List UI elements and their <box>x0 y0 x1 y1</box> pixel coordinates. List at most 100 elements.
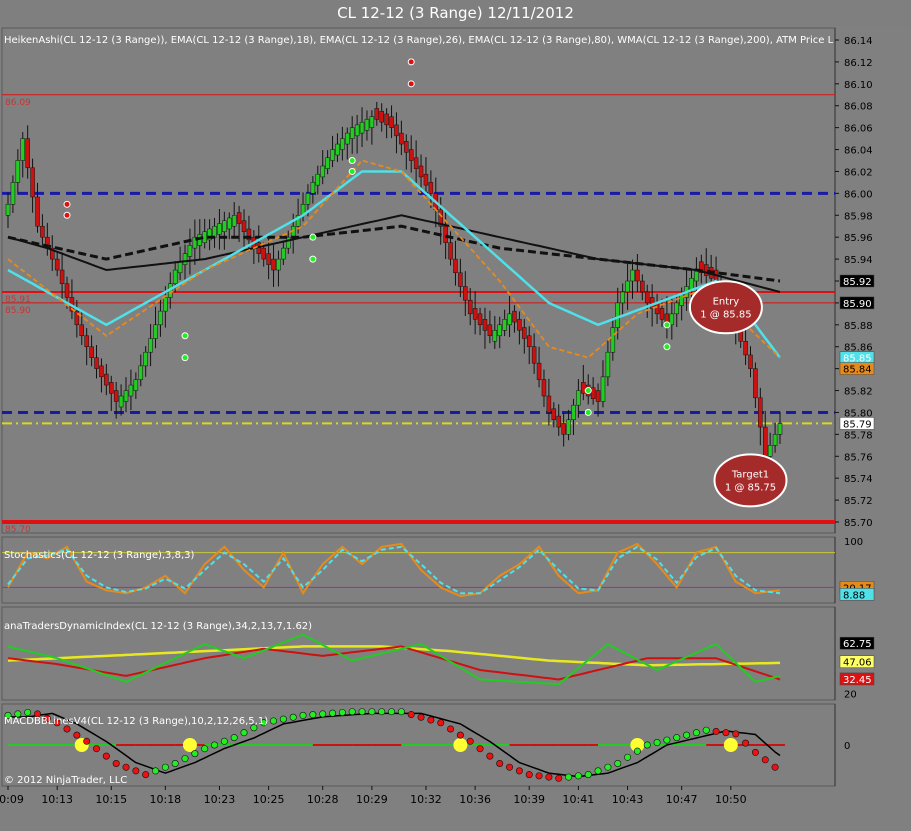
macd-dot <box>270 717 278 725</box>
level-label-0: 86.09 <box>5 98 31 108</box>
x-tick-label: 10:23 <box>204 793 236 806</box>
price-tag: 85.90 <box>843 299 872 310</box>
macd-dot <box>653 739 661 747</box>
candle-body <box>507 313 512 326</box>
macd-dot <box>604 763 612 771</box>
y-tick-label: 85.88 <box>844 321 873 332</box>
macd-dot <box>24 708 32 716</box>
macd-dot <box>142 771 150 779</box>
candle-body <box>310 182 316 194</box>
candle-body <box>158 310 163 326</box>
macd-dot <box>220 737 228 745</box>
candle-body <box>182 253 188 265</box>
candle-body <box>89 346 94 358</box>
stoch-tag: 8.88 <box>843 590 865 601</box>
tdi-tag: 47.06 <box>843 658 872 669</box>
candle-body <box>345 132 350 145</box>
candle-body <box>123 390 129 402</box>
macd-dot <box>171 759 179 767</box>
candle-body <box>581 382 586 394</box>
candle-body <box>531 346 537 364</box>
candle-body <box>408 149 414 161</box>
candle-body <box>118 395 124 408</box>
candle-body <box>320 165 325 178</box>
macd-dot <box>692 729 700 737</box>
macd-legend: MACDBBLinesV4(CL 12-12 (3 Range),10,2,12… <box>4 716 268 727</box>
candle-body <box>762 426 768 457</box>
candle-body <box>758 397 763 428</box>
tdi-tag: 62.75 <box>843 639 872 650</box>
candle-body <box>84 335 89 347</box>
candle-body <box>566 419 571 435</box>
macd-dot <box>496 759 504 767</box>
sell-dot <box>407 58 415 66</box>
y-tick-label: 86.08 <box>844 102 873 113</box>
candle-body <box>325 157 330 169</box>
macd-dot <box>732 730 740 738</box>
macd-dot <box>161 763 169 771</box>
candle-body <box>40 225 45 238</box>
buy-dot <box>663 343 671 351</box>
annotation-line2-0: 1 @ 85.85 <box>700 309 751 320</box>
price-tag: 85.92 <box>843 277 872 288</box>
buy-dot <box>309 255 317 263</box>
annotation-line1-1: Target1 <box>731 469 769 480</box>
candle-body <box>104 373 109 386</box>
candle-body <box>99 365 104 378</box>
candle-body <box>615 302 620 328</box>
candle-body <box>79 324 85 337</box>
candle-body <box>497 324 502 337</box>
x-tick-label: 10:47 <box>666 793 698 806</box>
x-tick-label: 10:29 <box>356 793 388 806</box>
candle-body <box>236 212 242 224</box>
sell-dot <box>63 200 71 208</box>
macd-dot <box>584 771 592 779</box>
x-axis: 10:09 10:13 10:15 10:18 10:23 10:25 10:28 10:29… <box>0 786 747 806</box>
macd-dot <box>112 759 120 767</box>
macd-dot <box>427 716 435 724</box>
y-tick-label: 85.82 <box>844 387 873 398</box>
candle-body <box>640 280 645 293</box>
candle-body <box>227 217 232 230</box>
price-tag: 85.84 <box>843 365 872 376</box>
macd-dot <box>751 748 759 756</box>
candle-body <box>177 261 183 274</box>
macd-dot <box>73 731 81 739</box>
macd-dot <box>761 756 769 764</box>
chart-canvas: 86.0985.9185.9085.70Entry1 @ 85.85Target… <box>0 27 875 806</box>
level-label-2: 85.91 <box>5 295 31 305</box>
macd-dot <box>614 759 622 767</box>
macd-dot <box>574 772 582 780</box>
y-tick-label: 86.06 <box>844 124 873 135</box>
candle-body <box>595 390 601 402</box>
candle-body <box>59 269 65 284</box>
candle-body <box>453 258 458 274</box>
macd-dot <box>102 752 110 760</box>
macd-dot <box>368 708 376 716</box>
macd-dot <box>702 726 710 734</box>
y-tick-label: 85.72 <box>844 496 873 507</box>
macd-dot <box>181 755 189 763</box>
candle-body <box>404 141 409 153</box>
candle-body <box>163 297 168 312</box>
y-tick-label: 86.00 <box>844 189 873 200</box>
candle-body <box>413 157 419 169</box>
macd-dot <box>309 711 317 719</box>
macd-dot <box>712 727 720 735</box>
x-tick-label: 10:32 <box>410 793 442 806</box>
candle-body <box>472 308 478 320</box>
x-tick-label: 10:15 <box>95 793 127 806</box>
candle-body <box>467 299 473 315</box>
macd-dot <box>643 741 651 749</box>
x-tick-label: 10:28 <box>307 793 339 806</box>
tdi-tag: 32.45 <box>843 675 872 686</box>
candle-body <box>113 390 119 402</box>
candle-body <box>172 269 178 284</box>
candle-body <box>443 225 448 243</box>
candle-body <box>276 258 281 271</box>
candle-body <box>418 165 424 178</box>
candle-body <box>133 379 139 391</box>
macd-cross-marker <box>182 738 197 752</box>
y-tick-label: 86.12 <box>844 58 873 69</box>
candle-body <box>389 116 394 128</box>
